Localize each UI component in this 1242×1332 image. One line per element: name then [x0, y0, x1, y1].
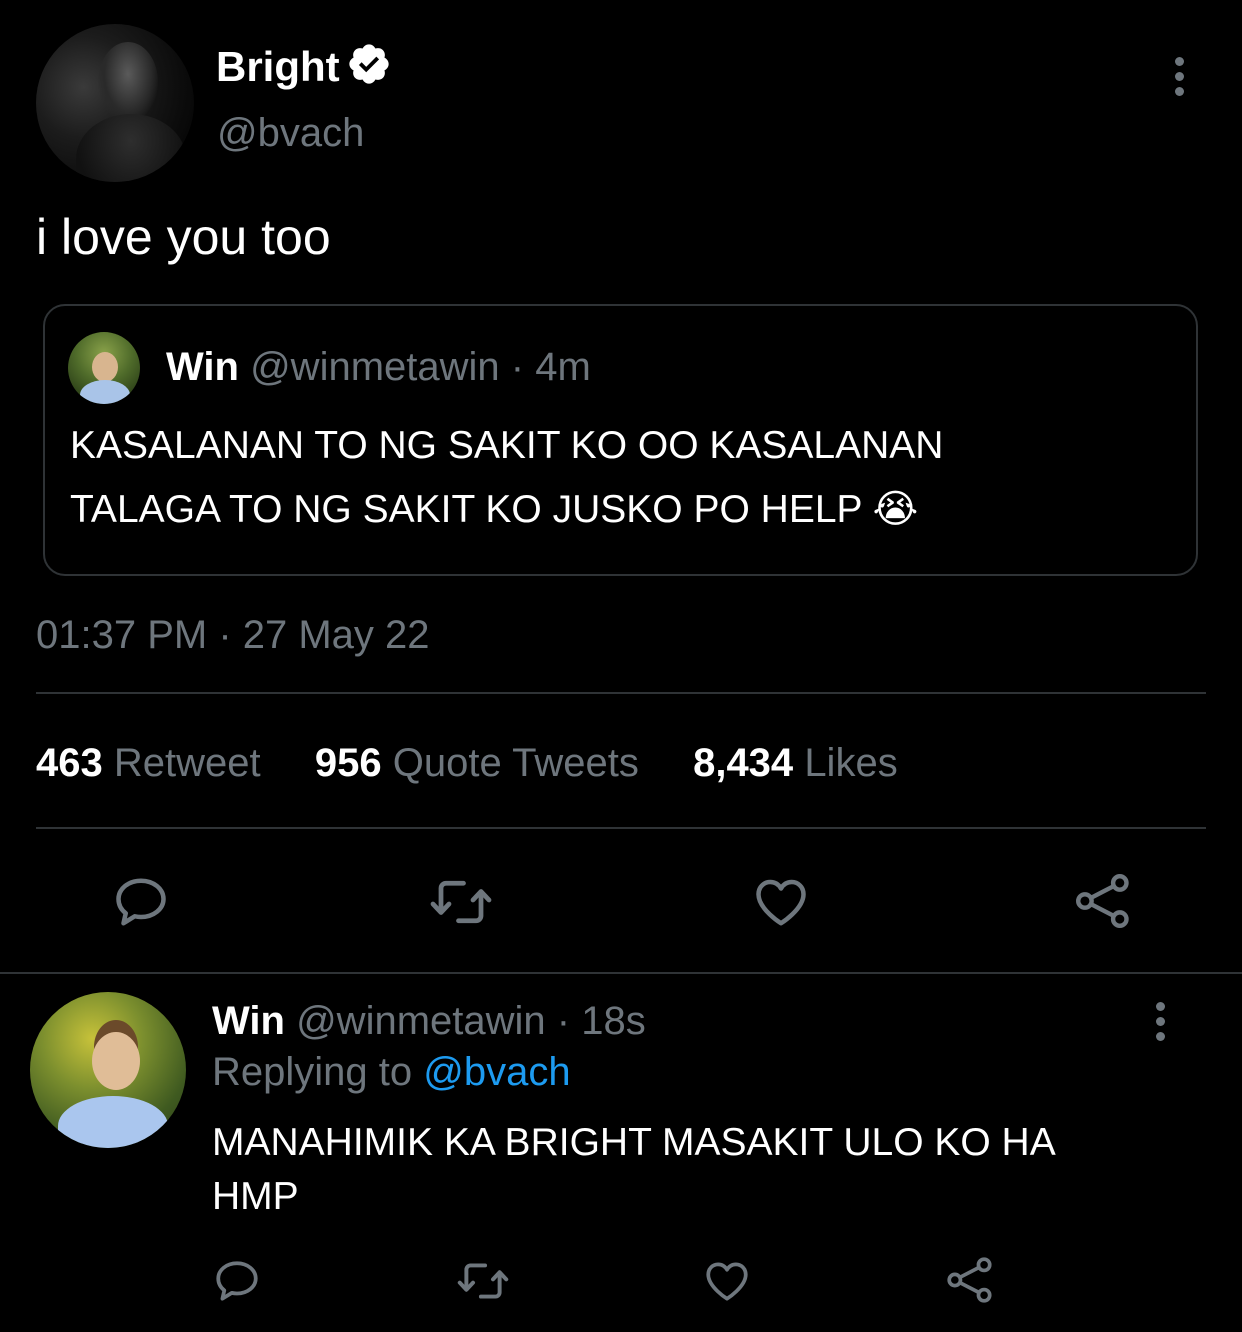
- reply-author-handle[interactable]: @winmetawin: [296, 999, 546, 1043]
- divider: [36, 827, 1206, 829]
- quoted-text: KASALANAN TO NG SAKIT KO OO KASALANAN TA…: [70, 414, 943, 542]
- retweets-count: 463: [36, 741, 103, 785]
- quoted-separator: ·: [510, 345, 525, 389]
- author-name-row[interactable]: Bright: [216, 40, 392, 94]
- share-icon[interactable]: [1072, 870, 1134, 932]
- reply-text-line1: MANAHIMIK KA BRIGHT MASAKIT ULO KO HA: [212, 1121, 1056, 1164]
- quoted-author-avatar: [68, 332, 140, 404]
- retweet-icon[interactable]: [428, 872, 494, 932]
- quotes-count: 956: [314, 741, 382, 785]
- reply-icon[interactable]: [111, 872, 171, 932]
- quoted-header: Win @winmetawin · 4m: [166, 342, 591, 392]
- quotes-stat[interactable]: 956 Quote Tweets: [315, 741, 639, 785]
- heart-icon[interactable]: [701, 1256, 753, 1306]
- author-avatar[interactable]: [36, 24, 194, 182]
- author-handle[interactable]: @bvach: [217, 108, 364, 158]
- reply-header: Win @winmetawin · 18s: [212, 996, 646, 1046]
- retweets-label: Retweet: [113, 741, 261, 785]
- crying-emoji: 😭: [872, 488, 919, 531]
- quoted-text-line2: TALAGA TO NG SAKIT KO JUSKO PO HELP: [70, 488, 862, 531]
- likes-label: Likes: [804, 741, 898, 785]
- likes-count: 8,434: [693, 741, 794, 785]
- reply-icon[interactable]: [212, 1256, 262, 1306]
- quoted-author-handle: @winmetawin: [250, 345, 500, 389]
- retweets-stat[interactable]: 463 Retweet: [36, 741, 261, 785]
- quoted-text-line1: KASALANAN TO NG SAKIT KO OO KASALANAN: [70, 424, 944, 467]
- retweet-icon[interactable]: [456, 1256, 510, 1306]
- heart-icon[interactable]: [750, 872, 812, 932]
- more-icon[interactable]: [1156, 1002, 1165, 1047]
- author-name[interactable]: Bright: [216, 43, 340, 90]
- tweet-timestamp[interactable]: 01:37 PM · 27 May 22: [36, 610, 430, 660]
- replying-label: Replying to: [212, 1050, 413, 1094]
- tweet-text: i love you too: [36, 209, 331, 265]
- replying-to: Replying to @bvach: [212, 1047, 571, 1097]
- tweet-stats: 463 Retweet 956 Quote Tweets 8,434 Likes: [36, 738, 898, 788]
- quotes-label: Quote Tweets: [392, 741, 639, 785]
- reply-text-line2: HMP: [212, 1175, 299, 1218]
- reply-separator: ·: [556, 999, 571, 1043]
- reply-author-name[interactable]: Win: [212, 999, 285, 1043]
- reply-time: 18s: [581, 999, 646, 1043]
- reply-text: MANAHIMIK KA BRIGHT MASAKIT ULO KO HA HM…: [212, 1116, 1056, 1224]
- share-icon[interactable]: [944, 1254, 996, 1306]
- quoted-time: 4m: [535, 345, 591, 389]
- replying-handle-link[interactable]: @bvach: [423, 1050, 570, 1094]
- verified-badge-icon: [349, 44, 389, 84]
- reply-author-avatar[interactable]: [30, 992, 186, 1148]
- quoted-author-name: Win: [166, 345, 239, 389]
- likes-stat[interactable]: 8,434 Likes: [693, 741, 898, 785]
- divider: [36, 692, 1206, 694]
- more-icon[interactable]: [1175, 57, 1184, 102]
- divider: [0, 972, 1242, 974]
